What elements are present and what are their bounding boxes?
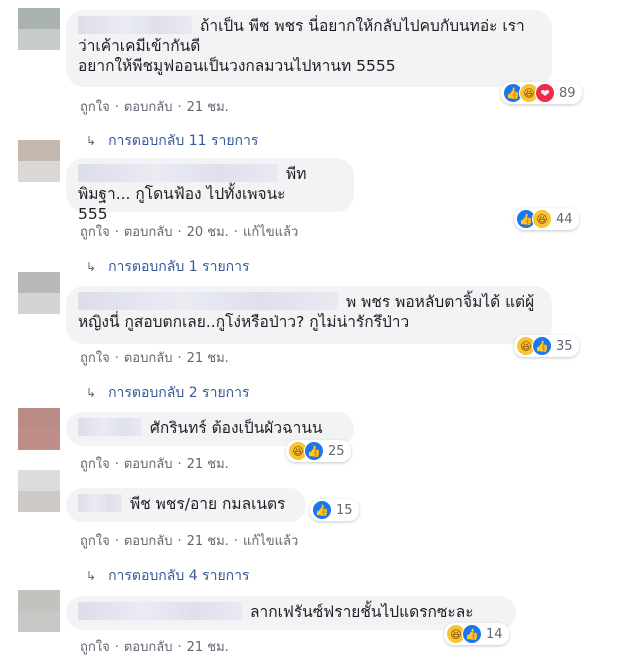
- avatar[interactable]: [18, 408, 60, 450]
- like-link[interactable]: ถูกใจ: [80, 100, 110, 115]
- like-icon: 👍: [462, 624, 482, 644]
- avatar[interactable]: [18, 272, 60, 314]
- timestamp[interactable]: 21 ชม.: [187, 351, 229, 366]
- comment-text: พ พชร พอหลับตาจิ้มได้ แต่ผู้: [346, 293, 535, 311]
- comment-actions: ถูกใจ · ตอบกลับ · 21 ชม.: [80, 640, 229, 655]
- replies-label: การตอบกลับ 2 รายการ: [108, 385, 250, 401]
- reply-link[interactable]: ตอบกลับ: [124, 457, 173, 472]
- reaction-count: 35: [556, 338, 573, 354]
- reaction-count: 14: [486, 626, 503, 642]
- edited-label[interactable]: แก้ไขแล้ว: [243, 225, 298, 240]
- comment-bubble: ถ้าเป็น พีช พชร นี่อยากให้กลับไปคบกับนทอ…: [66, 10, 552, 87]
- reply-link[interactable]: ตอบกลับ: [124, 351, 173, 366]
- reaction-summary[interactable]: 👍 😆 ❤ 89: [501, 82, 582, 104]
- timestamp[interactable]: 20 ชม.: [187, 225, 229, 240]
- reaction-count: 89: [559, 85, 576, 101]
- like-link[interactable]: ถูกใจ: [80, 640, 110, 655]
- reaction-count: 25: [328, 443, 345, 459]
- avatar[interactable]: [18, 140, 60, 182]
- redacted-name[interactable]: [78, 16, 192, 34]
- comment-actions: ถูกใจ · ตอบกลับ · 21 ชม.: [80, 457, 229, 472]
- timestamp[interactable]: 21 ชม.: [187, 100, 229, 115]
- replies-label: การตอบกลับ 1 รายการ: [108, 259, 250, 275]
- redacted-name[interactable]: [78, 418, 142, 436]
- like-icon: 👍: [312, 500, 332, 520]
- reaction-count: 44: [556, 211, 573, 227]
- comment-actions: ถูกใจ · ตอบกลับ · 21 ชม.: [80, 100, 229, 115]
- reply-arrow-icon: ↳: [86, 134, 97, 148]
- timestamp[interactable]: 21 ชม.: [187, 534, 229, 549]
- replies-label: การตอบกลับ 4 รายการ: [108, 568, 250, 584]
- reply-link[interactable]: ตอบกลับ: [124, 225, 173, 240]
- comment-text: ถ้าเป็น พีช พชร นี่อยากให้กลับไปคบกับนทอ…: [200, 17, 525, 35]
- reply-link[interactable]: ตอบกลับ: [124, 640, 173, 655]
- like-link[interactable]: ถูกใจ: [80, 534, 110, 549]
- avatar[interactable]: [18, 470, 60, 512]
- timestamp[interactable]: 21 ชม.: [187, 640, 229, 655]
- comment-text: ศักรินทร์ ต้องเป็นผัวฉานน: [150, 419, 323, 437]
- like-icon: 👍: [304, 441, 324, 461]
- reaction-summary[interactable]: 😆 👍 35: [514, 335, 579, 357]
- reply-link[interactable]: ตอบกลับ: [124, 100, 173, 115]
- redacted-name[interactable]: [78, 602, 242, 620]
- comment-actions: ถูกใจ · ตอบกลับ · 21 ชม.: [80, 351, 229, 366]
- replies-label: การตอบกลับ 11 รายการ: [108, 133, 259, 149]
- like-icon: 👍: [532, 336, 552, 356]
- redacted-name[interactable]: [78, 292, 338, 310]
- comment-text: อยากให้พีชมูฟออนเป็นวงกลมวนไปหานท 5555: [78, 57, 396, 75]
- avatar[interactable]: [18, 590, 60, 632]
- comment-text: พีช พชร/อาย กมลเนตร: [130, 495, 286, 513]
- reply-arrow-icon: ↳: [86, 386, 97, 400]
- reaction-count: 15: [336, 502, 353, 518]
- redacted-name[interactable]: [78, 494, 122, 512]
- view-replies-link[interactable]: ↳ การตอบกลับ 4 รายการ: [86, 565, 250, 587]
- comment-text: หญิงนี่ กูสอบตกเลย..กูโง่หรือป่าว? กูไม่…: [78, 313, 410, 331]
- like-link[interactable]: ถูกใจ: [80, 225, 110, 240]
- reply-arrow-icon: ↳: [86, 569, 97, 583]
- comment-actions: ถูกใจ · ตอบกลับ · 21 ชม. · แก้ไขแล้ว: [80, 534, 299, 549]
- comment-bubble: พีช พชร/อาย กมลเนตร: [66, 488, 306, 522]
- view-replies-link[interactable]: ↳ การตอบกลับ 2 รายการ: [86, 382, 250, 404]
- reaction-summary[interactable]: 👍 😆 44: [514, 208, 579, 230]
- like-link[interactable]: ถูกใจ: [80, 457, 110, 472]
- comment-text: ลากเฟรันซ์ฟรายชั้นไปแดรกซะละ: [250, 603, 474, 621]
- comment-actions: ถูกใจ · ตอบกลับ · 20 ชม. · แก้ไขแล้ว: [80, 225, 299, 240]
- avatar[interactable]: [18, 8, 60, 50]
- edited-label[interactable]: แก้ไขแล้ว: [243, 534, 298, 549]
- comment-text: ว่าเค้าเคมีเข้ากันดี: [78, 37, 201, 55]
- view-replies-link[interactable]: ↳ การตอบกลับ 11 รายการ: [86, 130, 258, 152]
- view-replies-link[interactable]: ↳ การตอบกลับ 1 รายการ: [86, 256, 250, 278]
- reaction-summary[interactable]: 😆 👍 25: [286, 440, 351, 462]
- reaction-summary[interactable]: 👍 15: [310, 499, 359, 521]
- redacted-name[interactable]: [78, 164, 278, 182]
- reaction-summary[interactable]: 😆 👍 14: [444, 623, 509, 645]
- like-link[interactable]: ถูกใจ: [80, 351, 110, 366]
- reply-link[interactable]: ตอบกลับ: [124, 534, 173, 549]
- haha-icon: 😆: [532, 209, 552, 229]
- reply-arrow-icon: ↳: [86, 260, 97, 274]
- comment-bubble: พ พชร พอหลับตาจิ้มได้ แต่ผู้ หญิงนี่ กูส…: [66, 286, 552, 344]
- timestamp[interactable]: 21 ชม.: [187, 457, 229, 472]
- comment-bubble: พีท พิมฐา... กูโดนฟ้อง ไปทั้งเพจนะ 555: [66, 158, 354, 223]
- love-icon: ❤: [535, 83, 555, 103]
